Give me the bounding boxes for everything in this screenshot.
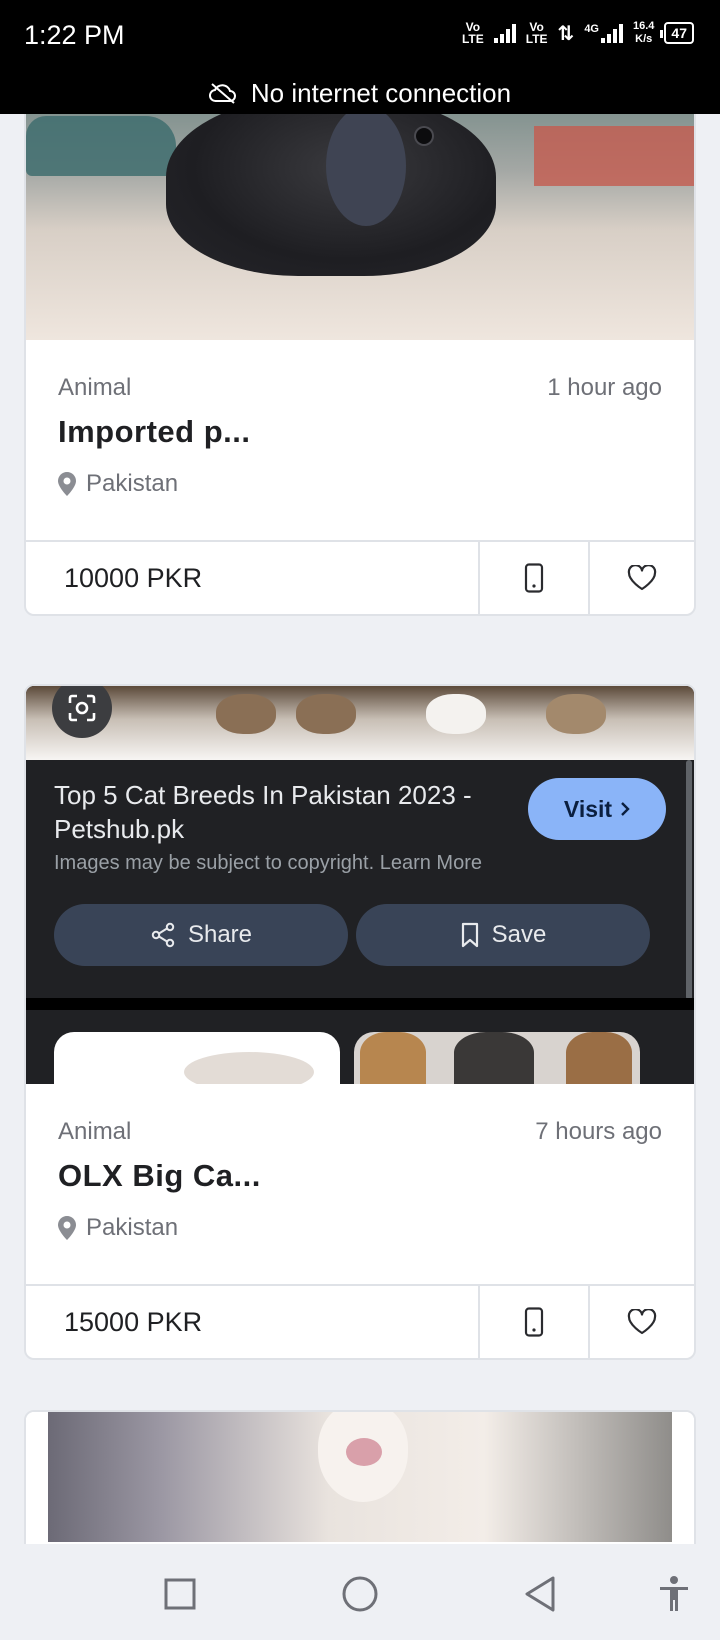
back-triangle-icon (525, 1576, 555, 1612)
copyright-note[interactable]: Images may be subject to copyright. Lear… (54, 852, 482, 875)
signal-icon (493, 23, 516, 43)
share-icon (151, 922, 175, 948)
listing-title[interactable]: OLX Big Ca... (58, 1158, 261, 1194)
visit-button[interactable]: Visit (528, 778, 666, 840)
phone-icon (524, 563, 544, 593)
listing-footer: 10000 PKR (26, 540, 694, 614)
location-pin-icon (58, 472, 76, 496)
volte-icon: Vo LTE (461, 20, 484, 46)
listing-feed[interactable]: Animal 1 hour ago Imported p... Pakistan… (0, 114, 720, 1544)
lens-icon (68, 694, 96, 722)
volte-icon-2: Vo LTE (525, 20, 548, 46)
listing-card[interactable] (24, 1410, 696, 1544)
system-nav-bar (0, 1544, 720, 1640)
save-button[interactable]: Save (356, 904, 650, 966)
battery-icon: 47 (660, 22, 694, 44)
heart-icon (627, 565, 657, 591)
listing-title[interactable]: Imported p... (58, 414, 251, 450)
recents-square-icon (164, 1578, 196, 1610)
no-connection-text: No internet connection (250, 77, 512, 108)
home-button[interactable] (338, 1572, 382, 1616)
favorite-button[interactable] (588, 1286, 694, 1358)
ad-scrollbar[interactable] (686, 760, 692, 1000)
back-button[interactable] (518, 1572, 562, 1616)
listing-photo[interactable] (26, 114, 694, 340)
listing-location: Pakistan (58, 1214, 178, 1242)
recents-button[interactable] (158, 1572, 202, 1616)
ad-title[interactable]: Top 5 Cat Breeds In Pakistan 2023 - Pets… (54, 778, 494, 846)
heart-icon (627, 1309, 657, 1335)
home-circle-icon (342, 1576, 378, 1612)
listing-time: 1 hour ago (547, 374, 662, 401)
ad-image-strip (26, 686, 694, 760)
favorite-button[interactable] (588, 542, 694, 614)
listing-time: 7 hours ago (535, 1118, 662, 1145)
call-button[interactable] (478, 542, 588, 614)
status-time: 1:22 PM (24, 20, 125, 50)
status-bar: 1:22 PM Vo LTE Vo LTE ⇅ 4G 16.4 K/s 47 (0, 0, 720, 72)
listing-card[interactable]: Animal 1 hour ago Imported p... Pakistan… (24, 114, 696, 616)
share-button[interactable]: Share (54, 904, 348, 966)
network-speed: 16.4 K/s (633, 20, 655, 45)
data-transfer-icon: ⇅ (557, 22, 575, 45)
listing-price: 15000 PKR (64, 1306, 203, 1337)
ad-divider (26, 998, 694, 1010)
chevron-right-icon (621, 802, 630, 816)
location-pin-icon (58, 1216, 76, 1240)
accessibility-button[interactable] (652, 1572, 696, 1616)
status-icons: Vo LTE Vo LTE ⇅ 4G 16.4 K/s 47 (462, 20, 694, 46)
listing-footer: 15000 PKR (26, 1284, 694, 1358)
listing-info[interactable]: Animal 7 hours ago OLX Big Ca... Pakista… (26, 1084, 694, 1284)
bookmark-icon (461, 922, 478, 948)
listing-photo[interactable] (26, 1412, 694, 1542)
cloud-off-icon (208, 83, 236, 104)
related-image-thumb[interactable] (54, 1032, 340, 1084)
no-connection-banner: No internet connection (0, 72, 720, 114)
call-button[interactable] (478, 1286, 588, 1358)
listing-location: Pakistan (58, 470, 178, 498)
accessibility-icon (660, 1576, 688, 1611)
listing-category: Animal (58, 374, 132, 401)
listing-card[interactable]: Top 5 Cat Breeds In Pakistan 2023 - Pets… (24, 684, 696, 1360)
listing-price: 10000 PKR (64, 562, 203, 593)
signal-4g-icon: 4G (584, 23, 623, 43)
related-image-thumb[interactable] (354, 1032, 640, 1084)
phone-icon (524, 1307, 544, 1337)
ad-overlay[interactable]: Top 5 Cat Breeds In Pakistan 2023 - Pets… (26, 686, 694, 1084)
listing-category: Animal (58, 1118, 132, 1145)
listing-info[interactable]: Animal 1 hour ago Imported p... Pakistan (26, 340, 694, 540)
